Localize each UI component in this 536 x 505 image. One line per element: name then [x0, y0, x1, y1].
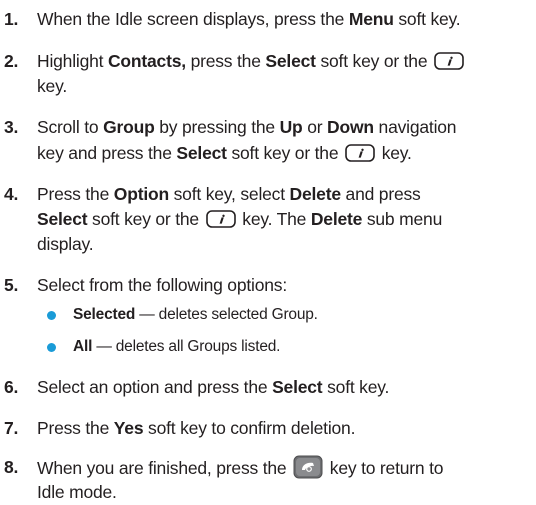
bullet-icon: [47, 343, 56, 352]
step-number: 6.: [4, 377, 19, 397]
step-number: 4.: [4, 184, 19, 204]
step-number: 3.: [4, 117, 19, 137]
step-text: Select soft key or the key. The Delete s…: [37, 209, 443, 229]
step-number: 8.: [4, 457, 19, 477]
i-ok-key-icon: [345, 144, 375, 162]
step-text: display.: [37, 234, 94, 254]
step-text: Highlight Contacts, press the Select sof…: [37, 49, 532, 74]
step-number: 7.: [4, 418, 19, 438]
i-ok-key-icon: [434, 52, 464, 70]
option-text: All — deletes all Groups listed.: [73, 338, 281, 355]
step-text: Idle mode.: [37, 482, 117, 502]
step-text: Select from the following options:: [37, 275, 288, 295]
step-text: key and press the Select soft key or the…: [37, 143, 412, 163]
step-number: 1.: [4, 9, 19, 29]
step-text: key.: [37, 76, 67, 96]
manual-page: { "steps": [ { "num": "1.", "l1": ["When…: [0, 0, 536, 502]
step-text: Press the Option soft key, select Delete…: [37, 184, 421, 204]
step-text: Scroll to Group by pressing the Up or Do…: [37, 117, 457, 137]
step-text: Select an option and press the Select so…: [37, 377, 390, 397]
end-power-key-icon: [293, 455, 323, 479]
i-ok-key-icon: [206, 210, 236, 228]
step-text: Press the Yes soft key to confirm deleti…: [37, 418, 356, 438]
step-number: 2.: [4, 51, 19, 71]
step-text: When the Idle screen displays, press the…: [37, 9, 461, 29]
step-number: 5.: [4, 275, 19, 295]
bullet-icon: [47, 311, 56, 320]
option-text: Selected — deletes selected Group.: [73, 306, 318, 323]
step-text: When you are finished, press the key to …: [37, 455, 532, 481]
